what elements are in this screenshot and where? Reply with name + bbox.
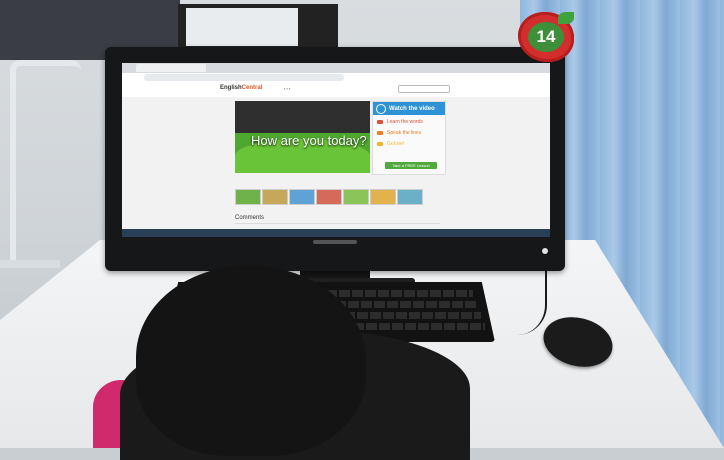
sticker-leaf [558, 12, 574, 24]
video-thumbnail[interactable] [289, 189, 315, 205]
monitor-screen: EnglishCentral ▪ ▪ ▪ How are you today? … [122, 63, 550, 237]
video-background [235, 101, 370, 133]
monitor-power-button[interactable] [542, 248, 548, 254]
speak-icon [377, 131, 383, 135]
video-thumbnail[interactable] [397, 189, 423, 205]
background-monitor-screen [186, 8, 298, 46]
comments-divider [235, 223, 440, 224]
browser-tab-bar [122, 63, 550, 73]
golive-icon [377, 142, 383, 146]
video-player[interactable]: How are you today? [235, 101, 370, 173]
video-title: How are you today? [251, 133, 367, 148]
site-logo[interactable]: EnglishCentral [220, 85, 262, 91]
watch-video-label: Watch the video [389, 105, 435, 112]
video-thumbnail[interactable] [235, 189, 261, 205]
address-field[interactable] [144, 74, 344, 81]
watch-video-button[interactable]: Watch the video [373, 102, 445, 115]
nav-links[interactable]: ▪ ▪ ▪ [284, 86, 290, 91]
site-logo-accent: Central [241, 85, 263, 91]
learn-icon [377, 120, 383, 124]
golive-link[interactable]: GoLive! [387, 141, 404, 147]
person-head [136, 266, 366, 456]
comments-heading: Comments [235, 215, 265, 221]
site-logo-main: English [220, 85, 242, 91]
video-thumbnail[interactable] [262, 189, 288, 205]
header-search-input[interactable] [398, 85, 450, 93]
video-thumbnail[interactable] [370, 189, 396, 205]
lesson-side-panel: Watch the video Learn the words Speak th… [372, 101, 446, 175]
chair-base [0, 230, 60, 268]
learn-words-link[interactable]: Learn the words [387, 119, 423, 125]
video-thumbnail[interactable] [316, 189, 342, 205]
windows-taskbar[interactable] [122, 229, 550, 237]
free-lesson-button[interactable]: Take a FREE Lesson [385, 162, 437, 169]
browser-tab[interactable] [136, 64, 206, 72]
speak-lines-link[interactable]: Speak the lines [387, 130, 421, 136]
monitor-brand-logo [313, 240, 357, 244]
page-header [122, 83, 550, 97]
video-thumbnail[interactable] [343, 189, 369, 205]
play-circle-icon [376, 104, 386, 114]
sticker-number: 14 [528, 22, 564, 52]
